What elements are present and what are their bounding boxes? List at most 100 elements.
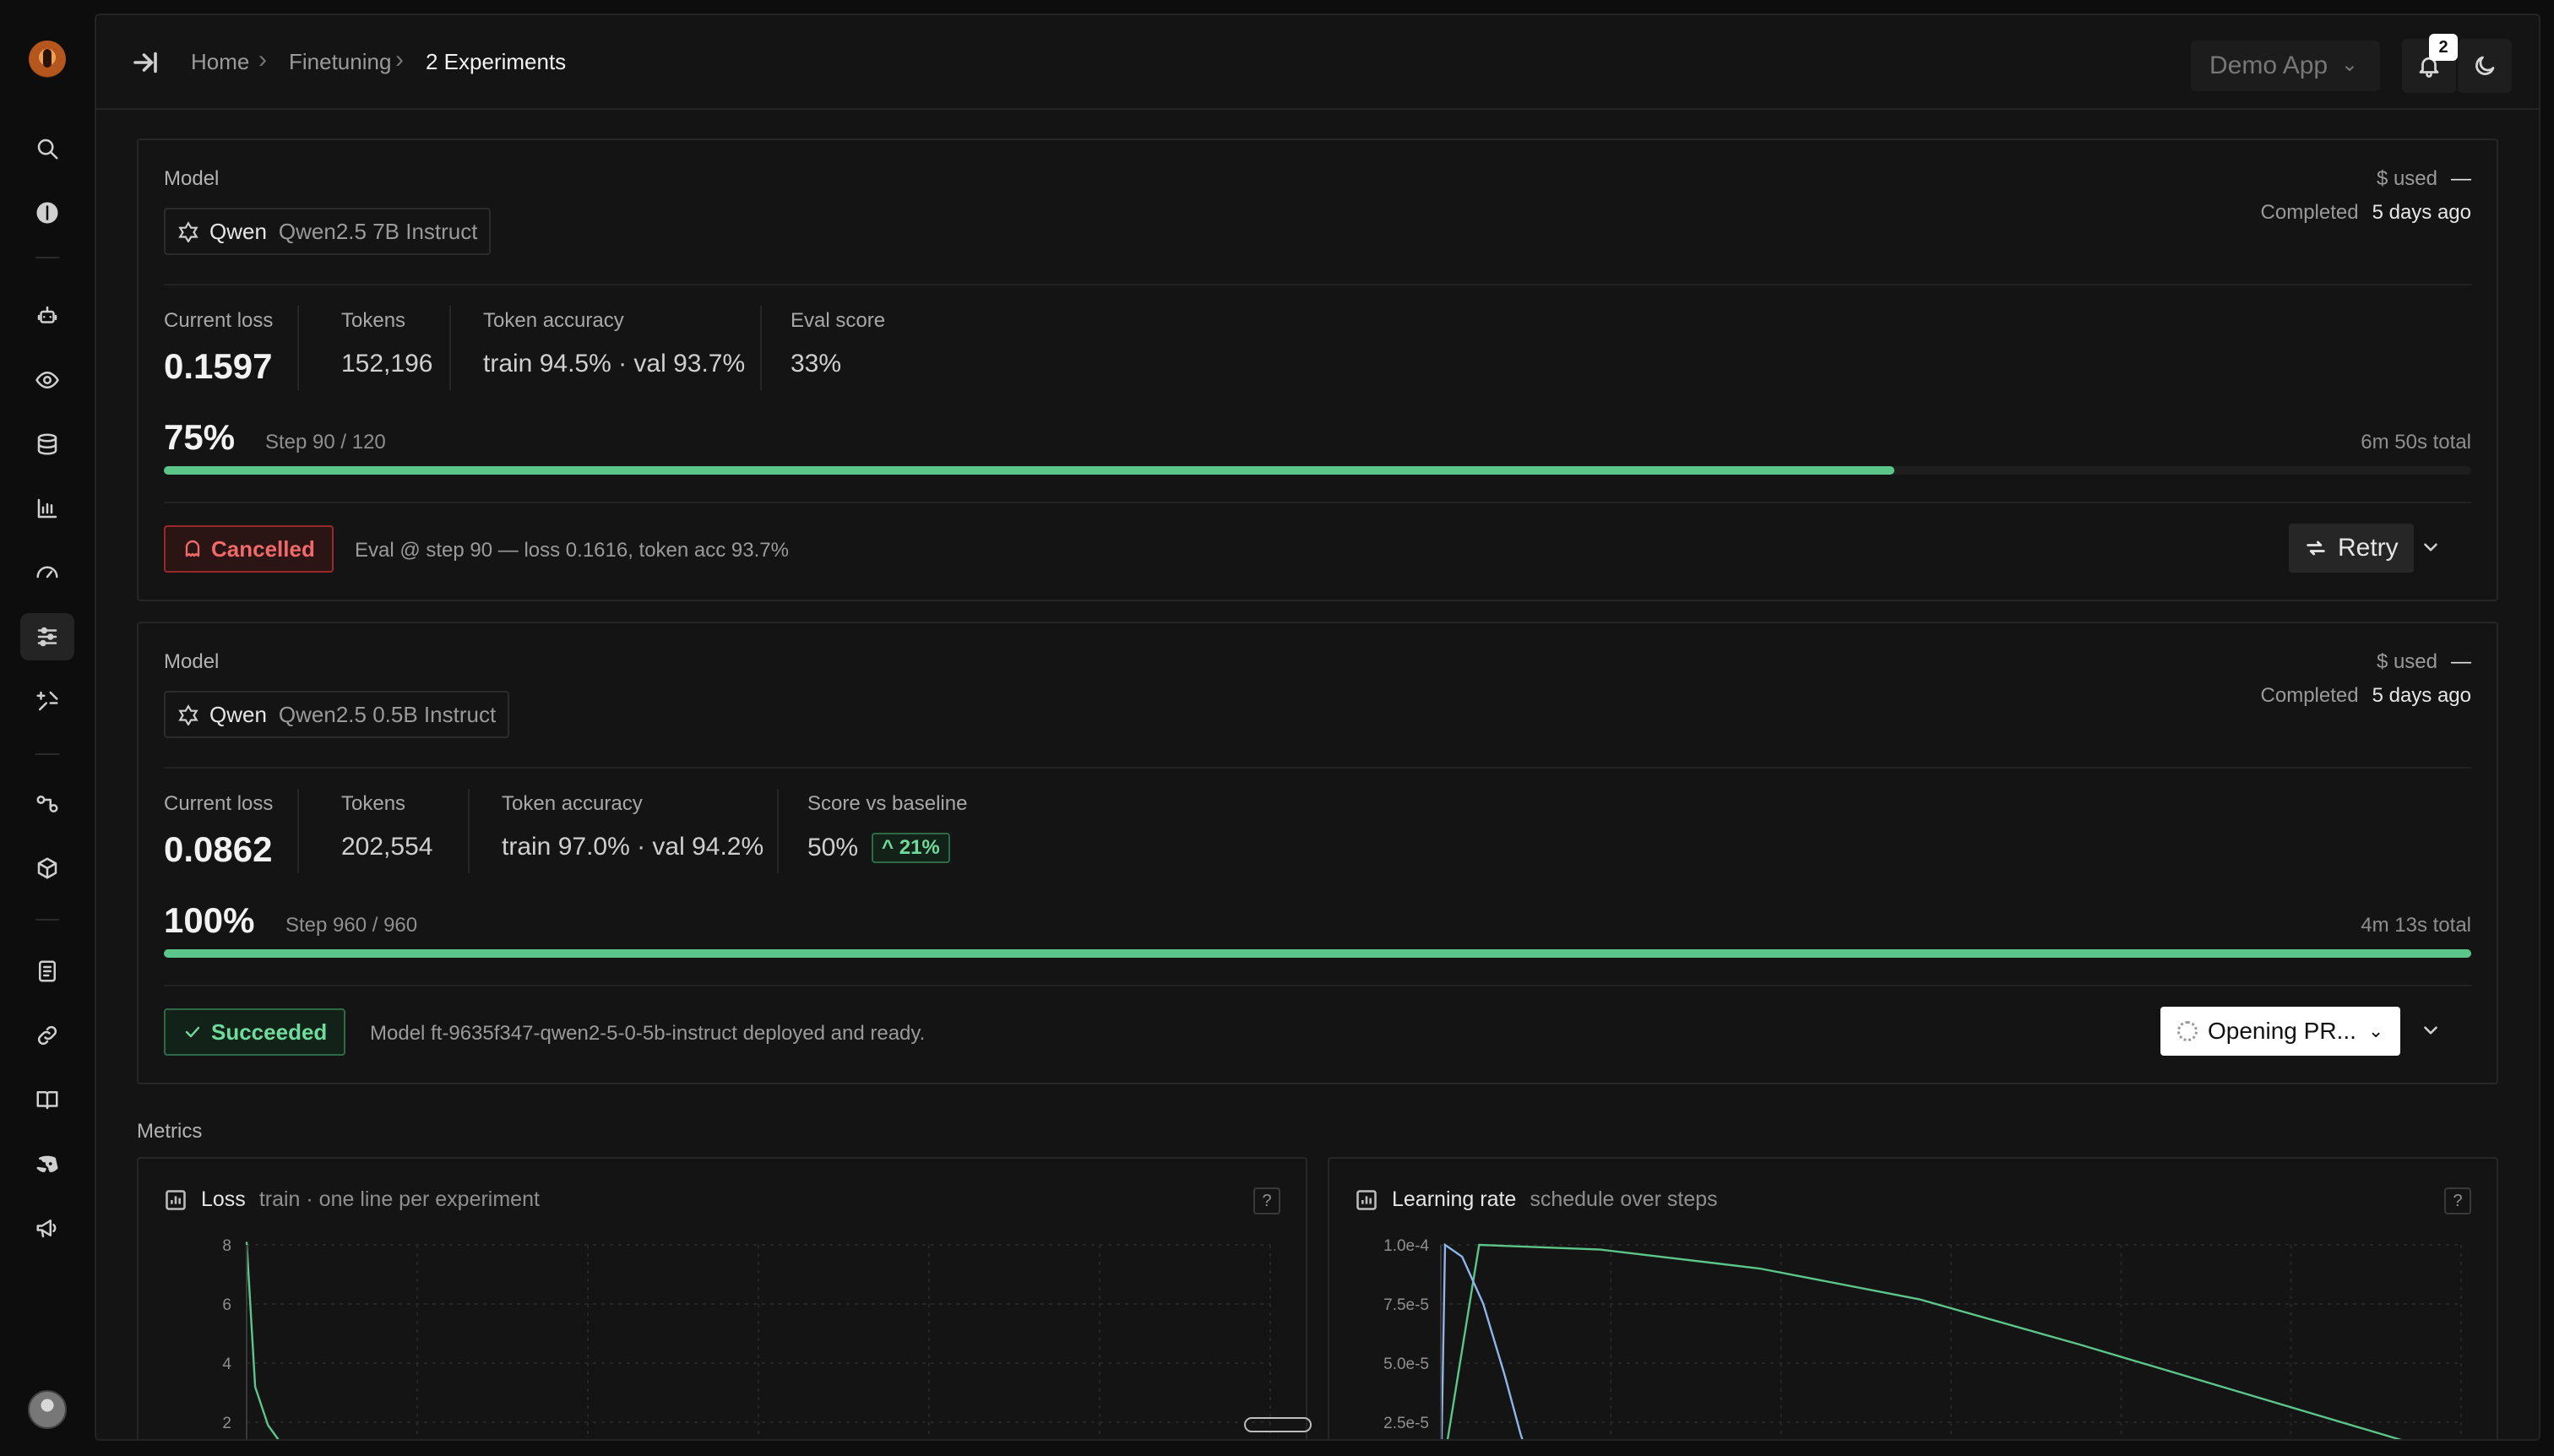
loss-chart-card: Loss train · one line per experiment ? 8… [137,1157,1307,1439]
chart-subtitle: train · one line per experiment [258,1187,540,1211]
tokens-value: 152,196 [341,350,433,378]
layers-icon[interactable] [20,421,74,468]
cost-label: $ used [2376,650,2437,673]
stat-label: Tokens [341,309,406,332]
y-tick-label: 1.0e-4 [1383,1237,1429,1255]
breadcrumb-home[interactable]: Home [191,49,249,75]
model-provider: Qwen [209,701,267,727]
help-icon[interactable]: ? [2444,1187,2471,1214]
app-logo[interactable] [29,41,66,78]
breadcrumb-current: 2 Experiments [426,49,567,74]
stat-label: Eval score [791,309,886,332]
y-tick-label: 6 [222,1296,231,1314]
model-name: Qwen2.5 7B Instruct [278,218,478,244]
sidebar-divider [35,919,59,921]
current-loss-stat: Current loss 0.0862 [164,792,273,870]
cost-label: $ used [2376,167,2437,190]
workflow-icon[interactable] [20,780,74,828]
completed-value: 5 days ago [2372,201,2471,224]
score-vs-baseline-value: 50% ^ 21% [807,833,967,863]
stat-label: Tokens [341,792,406,815]
progress-bar [164,949,2471,958]
lr-series-line-2 [1440,1242,1524,1439]
stat-label: Current loss [164,792,274,815]
opening-pr-label: Opening PR... [2208,1018,2356,1044]
horizontal-scroll-handle[interactable] [1244,1417,1312,1432]
completed-time: Completed 5 days ago [2261,684,2471,708]
eval-score-value: 33% [791,350,842,378]
megaphone-icon[interactable] [20,1204,74,1252]
model-label: Model [164,167,220,190]
collapse-sidebar-icon[interactable] [130,47,160,78]
progress-percent: 75% [164,417,236,457]
chart-header: Loss train · one line per experiment [164,1187,540,1212]
chart-icon [166,1189,186,1210]
progress-step: Step 960 / 960 [285,914,418,937]
loss-series-line-1 [245,1241,280,1439]
sidebar [0,0,95,1456]
notification-count-badge: 2 [2429,34,2458,61]
lr-series-line-1 [1446,1243,2403,1439]
total-duration: 4m 13s total [2361,914,2471,937]
learning-rate-chart: 1.0e-4 7.5e-5 5.0e-5 2.5e-5 [1383,1237,2462,1439]
help-icon[interactable]: ? [1253,1187,1280,1214]
model-provider: Qwen [209,218,267,244]
stat-label: Token accuracy [502,792,643,815]
retry-icon [2307,541,2325,556]
score-delta-badge: ^ 21% [872,833,950,863]
loss-chart: 8 6 4 2 [222,1237,1271,1439]
expand-chevron-icon[interactable] [2412,1012,2449,1049]
robot-icon[interactable] [20,292,74,340]
eye-icon[interactable] [20,356,74,404]
bar-chart-icon[interactable] [20,485,74,532]
document-icon[interactable] [20,948,74,995]
score-delta: 21% [899,836,940,859]
progress-percent: 100% [164,900,255,940]
eval-score-stat: Eval score 33% [791,309,885,378]
ab-test-icon[interactable] [20,677,74,725]
metrics-heading: Metrics [137,1120,203,1143]
qwen-icon [178,221,198,242]
discord-icon[interactable] [20,1140,74,1187]
main-panel: Home › Finetuning › 2 Experiments Demo A… [95,14,2540,1441]
user-avatar[interactable] [28,1390,67,1429]
breadcrumb-finetuning[interactable]: Finetuning [289,49,391,75]
cost-used: $ used — [2377,167,2471,191]
cost-value: — [2451,650,2471,673]
score-value: 50% [807,834,859,861]
token-accuracy-stat: Token accuracy train 97.0% · val 94.2% [502,792,763,861]
model-chip[interactable]: Qwen Qwen2.5 0.5B Instruct [164,691,510,738]
chevron-down-icon: ⌄ [2340,53,2358,76]
completed-value: 5 days ago [2372,684,2471,707]
cube-icon[interactable] [20,845,74,892]
y-tick-label: 8 [222,1237,231,1255]
tokens-value: 202,554 [341,833,433,861]
book-icon[interactable] [20,1076,74,1123]
sidebar-divider [35,753,59,755]
sliders-icon[interactable] [20,613,74,660]
token-accuracy-stat: Token accuracy train 94.5% · val 93.7% [483,309,745,378]
opening-pr-button[interactable]: Opening PR... ⌄ [2160,1007,2401,1056]
stat-divider [468,789,470,873]
completed-label: Completed [2260,201,2359,224]
status-message: Eval @ step 90 — loss 0.1616, token acc … [355,539,789,562]
current-loss-stat: Current loss 0.1597 [164,309,273,387]
hub-icon[interactable] [20,189,74,236]
links-icon[interactable] [20,1012,74,1059]
y-tick-label: 2.5e-5 [1383,1415,1429,1432]
stat-divider [297,306,299,390]
experiment-card: Model Qwen Qwen2.5 0.5B Instruct $ used —… [137,622,2498,1084]
model-chip[interactable]: Qwen Qwen2.5 7B Instruct [164,208,492,255]
search-icon[interactable] [20,125,74,172]
expand-chevron-icon[interactable] [2412,529,2449,566]
divider [164,502,2471,503]
gauge-icon[interactable] [20,549,74,596]
status-text: Succeeded [211,1019,328,1045]
app-selector[interactable]: Demo App ⌄ [2191,41,2380,91]
loading-spinner-icon [2177,1021,2198,1041]
current-loss-value: 0.1597 [164,346,273,386]
model-label: Model [164,650,220,673]
theme-toggle-button[interactable] [2458,39,2512,93]
divider [164,985,2471,986]
retry-button[interactable]: Retry [2289,524,2414,573]
